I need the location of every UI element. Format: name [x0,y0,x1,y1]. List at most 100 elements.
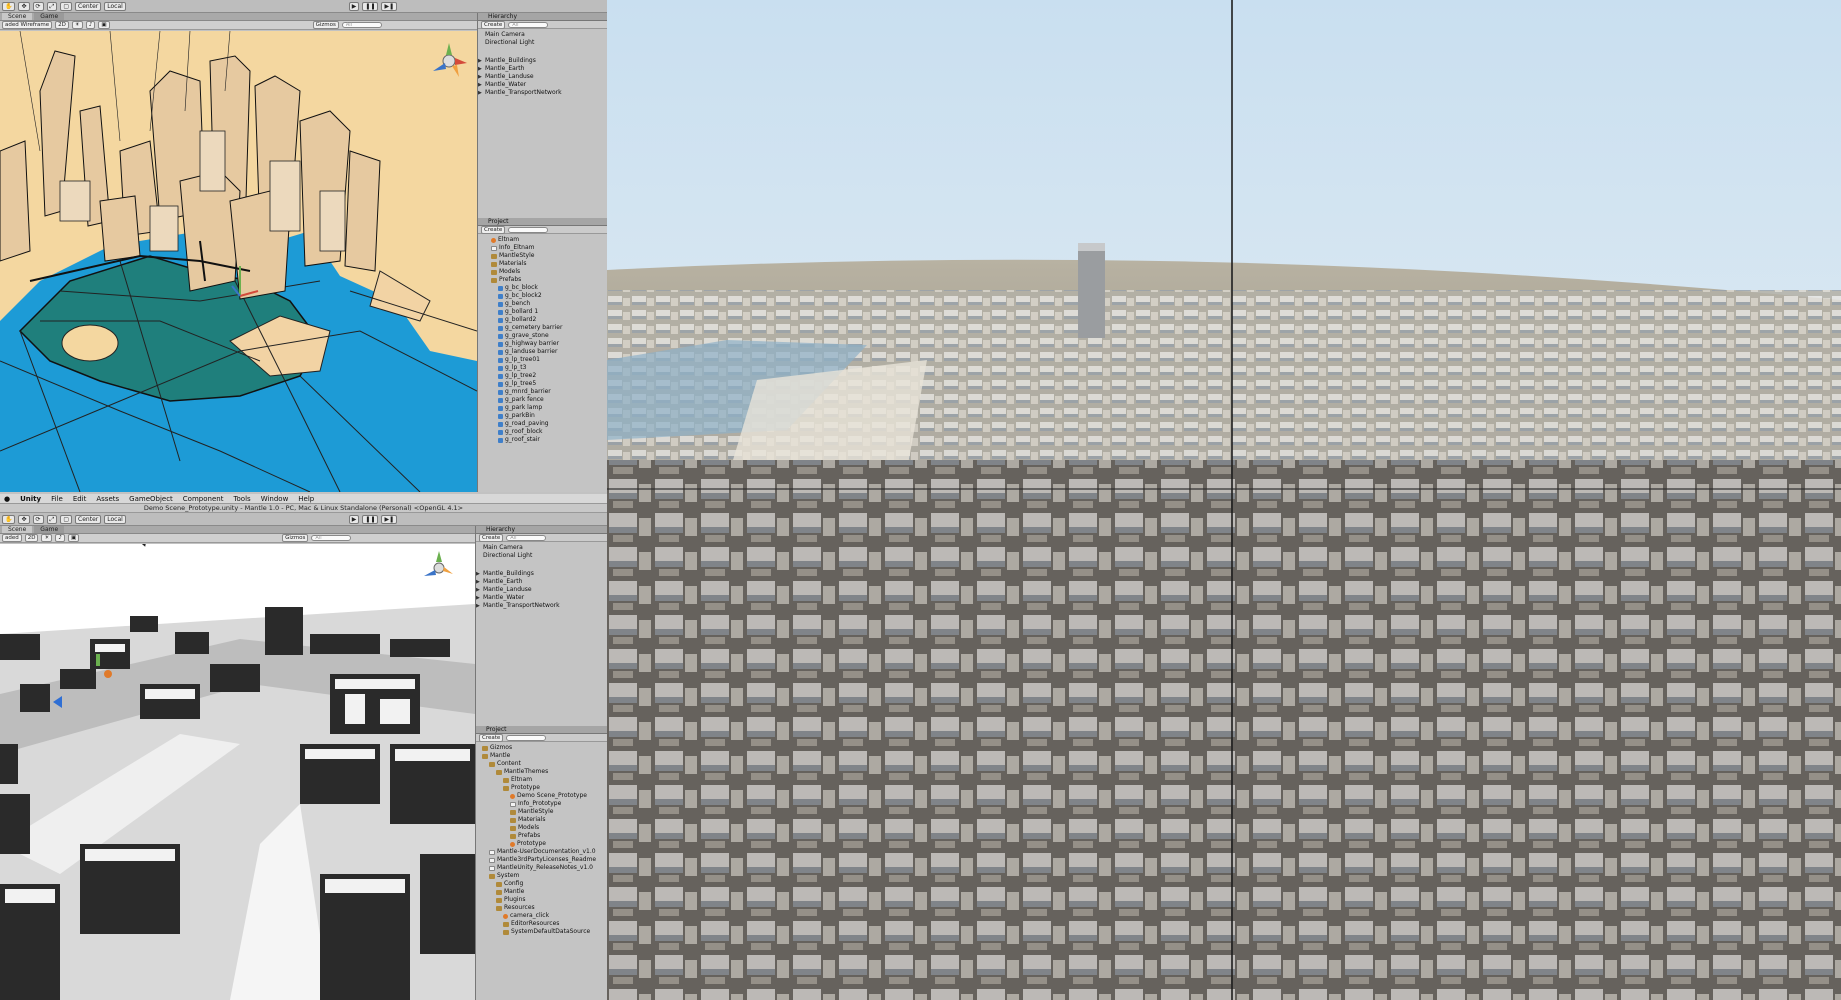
menu-file[interactable]: File [51,494,63,504]
menu-assets[interactable]: Assets [96,494,119,504]
shading-mode-dropdown[interactable]: aded [2,534,22,542]
hierarchy-search-input[interactable]: All [506,534,547,541]
hierarchy-item[interactable]: ▶ Mantle_Water [476,594,607,602]
project-item[interactable]: g_bollard 1 [478,308,607,316]
project-item[interactable]: Prototype [476,840,607,848]
rect-tool-icon[interactable]: ▢ [60,514,73,524]
move-tool-icon[interactable]: ✥ [18,1,30,11]
project-item[interactable]: g_bc_block2 [478,292,607,300]
project-item[interactable]: g_bc_block [478,284,607,292]
hierarchy-item[interactable]: ▶ Mantle_Landuse [478,73,607,81]
scene-search-input[interactable]: All [311,535,352,541]
effects-icon[interactable]: ▣ [98,21,110,29]
menu-window[interactable]: Window [261,494,289,504]
expand-arrow-icon[interactable]: ▶ [476,594,481,602]
project-item[interactable]: MantleStyle [478,252,607,260]
hand-tool-icon[interactable]: ✋ [2,514,16,524]
scene-search-input[interactable]: All [341,22,382,28]
rotate-tool-icon[interactable]: ⟳ [32,514,44,524]
project-search-input[interactable] [508,226,549,233]
hierarchy-item[interactable]: Main Camera [476,544,607,552]
space-toggle[interactable]: Local [104,514,126,524]
pause-button[interactable]: ❚❚ [362,1,379,11]
step-button[interactable]: ▶❚ [381,514,398,524]
project-item[interactable]: g_lp_tree2 [478,372,607,380]
menu-unity[interactable]: Unity [20,494,41,504]
project-item[interactable]: g_bench [478,300,607,308]
project-item[interactable]: Eltnam [476,776,607,784]
menu-gameobject[interactable]: GameObject [129,494,173,504]
project-item[interactable]: g_park fence [478,396,607,404]
project-item[interactable]: MantleThemes [476,768,607,776]
project-item[interactable]: MantleStyle [476,808,607,816]
project-item[interactable]: Demo Scene_Prototype [476,792,607,800]
hierarchy-item[interactable]: ▶ Mantle_Buildings [478,57,607,65]
tab-game[interactable]: Game [34,13,65,20]
hierarchy-item[interactable]: ▶ Mantle_Water [478,81,607,89]
expand-arrow-icon[interactable]: ▶ [478,57,483,65]
project-item[interactable]: g_road_paving [478,420,607,428]
expand-arrow-icon[interactable]: ▶ [476,570,481,578]
expand-arrow-icon[interactable]: ▶ [476,586,481,594]
expand-arrow-icon[interactable]: ▶ [478,65,483,73]
project-item[interactable]: System [476,872,607,880]
move-tool-icon[interactable]: ✥ [18,514,30,524]
project-item[interactable]: Prototype [476,784,607,792]
project-item[interactable]: g_bollard2 [478,316,607,324]
hierarchy-item[interactable]: ▶ Mantle_TransportNetwork [476,602,607,610]
project-item[interactable]: g_lp_tree5 [478,380,607,388]
expand-arrow-icon[interactable]: ▶ [478,81,483,89]
space-toggle[interactable]: Local [104,1,126,11]
project-item[interactable]: Mantle3rdPartyLicenses_Readme [476,856,607,864]
menu-edit[interactable]: Edit [73,494,87,504]
menu-tools[interactable]: Tools [233,494,250,504]
apple-icon[interactable]: ● [4,494,10,504]
project-item[interactable]: Prefabs [476,832,607,840]
project-item[interactable]: g_lp_tree01 [478,356,607,364]
hierarchy-item[interactable]: Directional Light [478,39,607,47]
tab-scene[interactable]: Scene [2,526,33,533]
project-item[interactable]: Models [478,268,607,276]
project-item[interactable]: g_landuse barrier [478,348,607,356]
project-item[interactable]: g_park lamp [478,404,607,412]
project-item[interactable]: Mantle [476,752,607,760]
project-item[interactable]: Materials [476,816,607,824]
step-button[interactable]: ▶❚ [381,1,398,11]
pause-button[interactable]: ❚❚ [362,514,379,524]
orientation-gizmo-icon[interactable] [429,41,469,83]
mode-2d-toggle[interactable]: 2D [55,21,69,29]
expand-arrow-icon[interactable]: ▶ [476,578,481,586]
project-item[interactable]: g_roof_block [478,428,607,436]
project-item[interactable]: Mantle-UserDocumentation_v1.0 [476,848,607,856]
project-search-input[interactable] [506,734,547,741]
scene-view-shaded[interactable] [0,544,475,1000]
project-item[interactable]: Gizmos [476,744,607,752]
project-item[interactable]: Materials [478,260,607,268]
project-create-button[interactable]: Create [481,225,506,234]
scale-tool-icon[interactable]: ⤢ [46,514,58,524]
lighting-icon[interactable]: ☀ [71,21,83,29]
hierarchy-item[interactable]: ▶ Mantle_Landuse [476,586,607,594]
shading-mode-dropdown[interactable]: aded Wireframe [2,21,53,29]
transform-handle-icon[interactable] [230,261,260,303]
gizmos-dropdown[interactable]: Gizmos [312,21,339,29]
project-item[interactable]: Resources [476,904,607,912]
project-create-button[interactable]: Create [479,733,504,742]
project-item[interactable]: Info_Prototype [476,800,607,808]
hierarchy-item[interactable]: Directional Light [476,552,607,560]
rect-tool-icon[interactable]: ▢ [60,1,73,11]
mode-2d-toggle[interactable]: 2D [24,534,39,542]
project-item[interactable]: Prefabs [478,276,607,284]
pivot-toggle[interactable]: Center [75,514,102,524]
project-item[interactable]: Config [476,880,607,888]
project-item[interactable]: Models [476,824,607,832]
hierarchy-item[interactable]: Main Camera [478,31,607,39]
hierarchy-item[interactable]: ▶ Mantle_Earth [476,578,607,586]
play-button[interactable]: ▶ [348,514,360,524]
project-item[interactable]: g_cemetery barrier [478,324,607,332]
scene-view-wireframe[interactable] [0,31,477,492]
project-item[interactable]: g_grave_stone [478,332,607,340]
project-item[interactable]: EditorResources [476,920,607,928]
project-item[interactable]: g_highway barrier [478,340,607,348]
project-item[interactable]: g_roof_stair [478,436,607,444]
